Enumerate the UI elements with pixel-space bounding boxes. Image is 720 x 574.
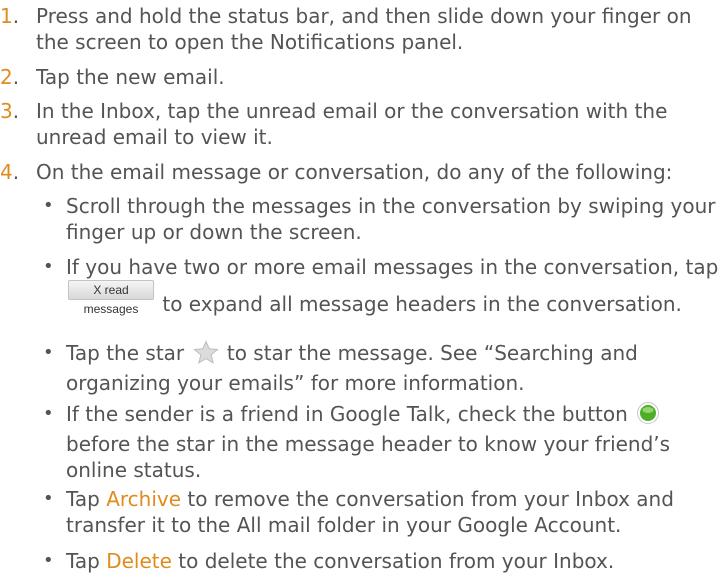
bullet-point: •: [43, 550, 54, 571]
step-text: Press and hold the status bar, and then …: [36, 4, 692, 54]
star-icon: [192, 340, 219, 370]
archive-keyword: Archive: [106, 487, 182, 511]
step-number: 4.: [0, 160, 20, 184]
bullet-text: If you have two or more email messages i…: [66, 254, 720, 317]
bullet-point: •: [43, 488, 54, 509]
step-text: In the Inbox, tap the unread email or th…: [36, 99, 668, 149]
online-status-icon: [636, 401, 660, 431]
step-number: 1.: [0, 4, 20, 28]
bullet-text-part: Tap the star: [66, 341, 185, 365]
step-text: On the email message or conversation, do…: [36, 160, 673, 184]
read-messages-button: X read messages: [68, 280, 154, 316]
bullet-text-part: Tap: [66, 549, 100, 573]
bullet-text: If the sender is a friend in Google Talk…: [66, 401, 720, 483]
bullet-text-part: to delete the conversation from your Inb…: [178, 549, 615, 573]
bullet-text-part: Tap: [66, 487, 100, 511]
bullet-text-part: If you have two or more email messages i…: [66, 255, 719, 279]
step-number: 2.: [0, 65, 20, 89]
bullet-text: Tap Delete to delete the conversation fr…: [66, 548, 720, 574]
bullet-text-part: before the star in the message header to…: [66, 432, 671, 482]
delete-keyword: Delete: [106, 549, 172, 573]
step-number: 3.: [0, 99, 20, 123]
instructions-page: 1. Press and hold the status bar, and th…: [0, 0, 720, 573]
bullet-point: •: [43, 195, 54, 216]
bullet-point: •: [43, 342, 54, 363]
bullet-text-part: to expand all message headers in the con…: [162, 292, 682, 316]
bullet-point: •: [43, 256, 54, 277]
step-text: Tap the new email.: [36, 65, 225, 89]
bullet-text-part: If the sender is a friend in Google Talk…: [66, 402, 628, 426]
bullet-text: Tap Archive to remove the conversation f…: [66, 486, 720, 538]
bullet-text: Tap the star to star the message. See “S…: [66, 340, 720, 396]
bullet-text: Scroll through the messages in the conve…: [66, 194, 716, 244]
bullet-point: •: [43, 403, 54, 424]
